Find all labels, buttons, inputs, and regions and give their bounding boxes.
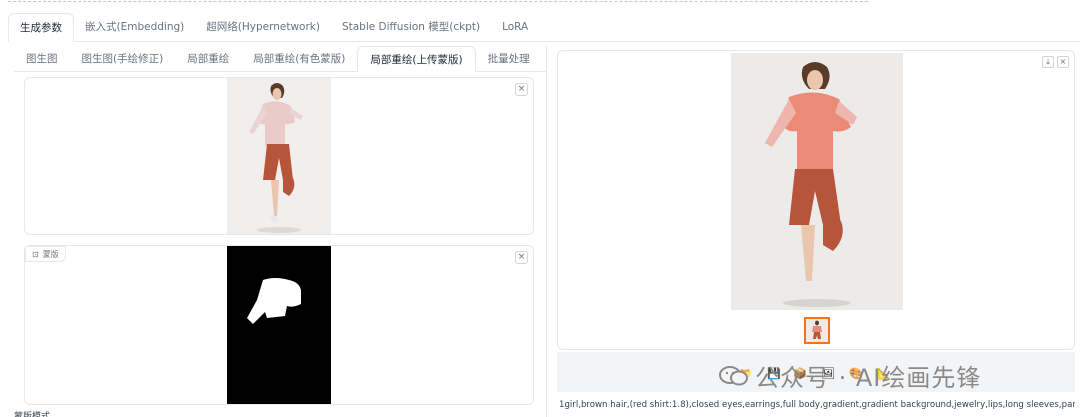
main-tab-bar: 生成参数 嵌入式(Embedding) 超网络(Hypernetwork) St… <box>8 13 1080 42</box>
tab-inpaint[interactable]: 局部重绘 <box>175 45 241 71</box>
output-toolbar: 📂 💾 📦 🖼 🎨 📐 公众号 · AI绘画先锋 <box>557 352 1075 392</box>
output-thumbnail[interactable] <box>804 317 830 344</box>
tab-checkpoint[interactable]: Stable Diffusion 模型(ckpt) <box>331 12 491 41</box>
tab-lora[interactable]: LoRA <box>491 12 539 41</box>
tab-batch[interactable]: 批量处理 <box>476 45 542 71</box>
close-icon[interactable]: × <box>515 251 528 264</box>
download-icon[interactable]: ⤓ <box>1042 56 1054 68</box>
img2img-tab-bar: 图生图 图生图(手绘修正) 局部重绘 局部重绘(有色蒙版) 局部重绘(上传蒙版)… <box>14 46 547 72</box>
tab-inpaint-upload[interactable]: 局部重绘(上传蒙版) <box>357 46 476 72</box>
wechat-icon <box>719 365 749 387</box>
tab-inpaint-sketch[interactable]: 局部重绘(有色蒙版) <box>241 45 357 71</box>
tab-sketch[interactable]: 图生图(手绘修正) <box>70 45 176 71</box>
mask-mode-label: 蒙版模式 <box>14 412 51 417</box>
source-image-upload[interactable]: × <box>24 77 534 235</box>
output-actions: ⤓ × <box>1042 56 1069 68</box>
tab-embedding[interactable]: 嵌入式(Embedding) <box>74 12 195 41</box>
image-icon: ⊡ <box>32 249 39 259</box>
output-gallery: ⤓ × <box>557 50 1075 350</box>
img2img-panel: 图生图 图生图(手绘修正) 局部重绘 局部重绘(有色蒙版) 局部重绘(上传蒙版)… <box>14 46 547 417</box>
watermark: 公众号 · AI绘画先锋 <box>719 358 981 393</box>
output-image[interactable] <box>731 53 903 310</box>
tab-hypernetwork[interactable]: 超网络(Hypernetwork) <box>195 12 331 41</box>
tab-generation-params[interactable]: 生成参数 <box>8 13 74 42</box>
top-dashed-divider <box>8 0 868 2</box>
close-icon[interactable]: × <box>515 83 528 96</box>
close-icon[interactable]: × <box>1057 56 1069 68</box>
source-image <box>227 78 331 234</box>
generation-info: 1girl,brown hair,(red shirt:1.8),closed … <box>559 400 1075 410</box>
mask-image-upload[interactable]: ⊡ 蒙版 × <box>24 245 534 405</box>
mask-label: ⊡ 蒙版 <box>25 246 66 262</box>
tab-img2img[interactable]: 图生图 <box>14 45 70 71</box>
mask-image <box>227 246 331 404</box>
